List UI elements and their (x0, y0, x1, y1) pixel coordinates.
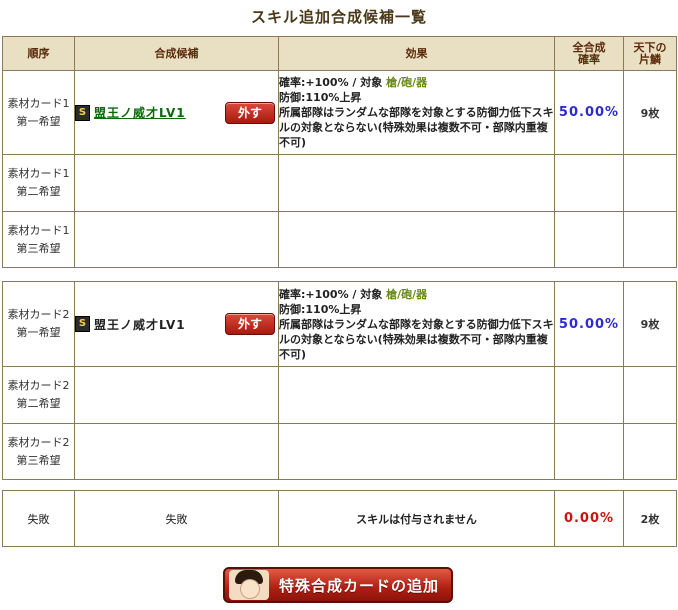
row-order: 素材カード2 第一希望 (2, 281, 75, 367)
rate-cell (554, 423, 624, 480)
remove-button[interactable]: 外す (225, 101, 275, 124)
skill-name: 盟王ノ威才LV1 (94, 317, 186, 332)
header-order: 順序 (2, 36, 75, 71)
effect-target: 槍/砲/器 (386, 76, 428, 89)
skill-rank-badge: S (75, 316, 90, 332)
effect-cell (278, 211, 555, 268)
success-rate: 50.00% (554, 281, 624, 367)
row-order: 素材カード2 第三希望 (2, 423, 75, 480)
pieces-cell (623, 211, 677, 268)
candidate-table-1: 順序 合成候補 効果 全合成 確率 天下の 片鱗 素材カード1 第一希望 S 盟… (2, 36, 677, 268)
candidate-cell: S 盟王ノ威才LV1 外す (74, 70, 279, 155)
table-row: 素材カード2 第三希望 (2, 423, 677, 480)
header-candidate: 合成候補 (74, 36, 279, 71)
skill-rank-badge: S (75, 104, 90, 121)
effect-cell (278, 366, 555, 424)
failure-effect: スキルは付与されません (278, 490, 555, 547)
skill-name-link[interactable]: 盟王ノ威才LV1 (94, 104, 186, 121)
pieces-cell (623, 423, 677, 480)
failure-candidate: 失敗 (74, 490, 279, 547)
header-effect: 効果 (278, 36, 555, 71)
table-row: 素材カード1 第一希望 S 盟王ノ威才LV1 外す 確率:+100% / 対象 … (2, 70, 677, 155)
failure-pieces: 2枚 (623, 490, 677, 547)
header-rate: 全合成 確率 (554, 36, 624, 71)
candidate-table-2: 素材カード2 第一希望 S 盟王ノ威才LV1 外す 確率:+100% / 対象 … (2, 281, 677, 480)
pieces-count: 9枚 (623, 70, 677, 155)
row-order: 素材カード1 第一希望 (2, 70, 75, 155)
candidate-cell (74, 423, 279, 480)
effect-line3: 所属部隊はランダムな部隊を対象とする防御力低下スキルの対象とならない(特殊効果は… (279, 317, 554, 361)
table-row: 素材カード2 第一希望 S 盟王ノ威才LV1 外す 確率:+100% / 対象 … (2, 281, 677, 367)
table-row: 素材カード1 第三希望 (2, 211, 677, 268)
page-title: スキル追加合成候補一覧 (250, 8, 427, 26)
pieces-count: 9枚 (623, 281, 677, 367)
row-order: 素材カード2 第二希望 (2, 366, 75, 424)
rate-cell (554, 154, 624, 212)
table-header-row: 順序 合成候補 効果 全合成 確率 天下の 片鱗 (2, 36, 677, 71)
table-row: 素材カード1 第二希望 (2, 154, 677, 212)
effect-line3: 所属部隊はランダムな部隊を対象とする防御力低下スキルの対象とならない(特殊効果は… (279, 106, 554, 149)
effect-cell: 確率:+100% / 対象 槍/砲/器 防御:110%上昇 所属部隊はランダムな… (278, 70, 555, 155)
effect-target: 槍/砲/器 (386, 287, 428, 301)
effect-cell: 確率:+100% / 対象 槍/砲/器 防御:110%上昇 所属部隊はランダムな… (278, 281, 555, 367)
effect-cell (278, 154, 555, 212)
rate-cell (554, 211, 624, 268)
candidate-cell (74, 211, 279, 268)
effect-line1: 確率:+100% / 対象 (279, 287, 387, 301)
table-row: 素材カード2 第二希望 (2, 366, 677, 424)
success-rate: 50.00% (554, 70, 624, 155)
candidate-cell (74, 366, 279, 424)
row-order: 素材カード1 第三希望 (2, 211, 75, 268)
candidate-cell: S 盟王ノ威才LV1 外す (74, 281, 279, 367)
add-special-card-label: 特殊合成カードの追加 (279, 576, 440, 595)
portrait-icon (229, 570, 269, 600)
rate-cell (554, 366, 624, 424)
effect-line2: 防御:110%上昇 (279, 91, 362, 104)
pieces-cell (623, 154, 677, 212)
effect-cell (278, 423, 555, 480)
row-order: 素材カード1 第二希望 (2, 154, 75, 212)
remove-button[interactable]: 外す (225, 313, 275, 335)
failure-order: 失敗 (2, 490, 75, 547)
effect-line1: 確率:+100% / 対象 (279, 76, 387, 89)
candidate-cell (74, 154, 279, 212)
effect-line2: 防御:110%上昇 (279, 302, 362, 316)
pieces-cell (623, 366, 677, 424)
failure-table: 失敗 失敗 スキルは付与されません 0.00% 2枚 (2, 490, 677, 547)
failure-row: 失敗 失敗 スキルは付与されません 0.00% 2枚 (2, 490, 677, 547)
add-special-card-button[interactable]: 特殊合成カードの追加 (223, 567, 453, 603)
failure-rate: 0.00% (554, 490, 624, 547)
header-pieces: 天下の 片鱗 (623, 36, 677, 71)
